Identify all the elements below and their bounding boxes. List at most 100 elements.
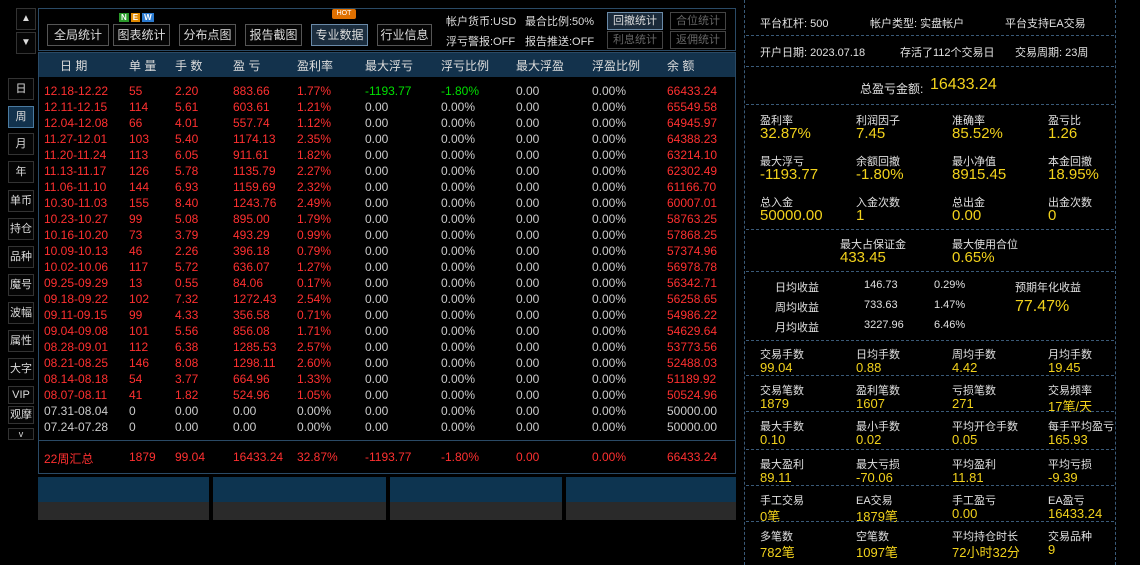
drawdown-stats-button[interactable]: 回撤统计 — [607, 12, 663, 30]
col-header-orders[interactable]: 单 量 — [129, 57, 156, 74]
cell-float-profit-ratio: 0.00% — [592, 308, 627, 322]
cell-lots: 3.79 — [175, 228, 199, 242]
cell-max-float-profit: 0.00 — [516, 196, 540, 210]
stat-value: 0笔 — [760, 509, 781, 524]
table-row[interactable]: 11.20-11.24 113 6.05 911.61 1.82% 0.00 0.00% 0.… — [0, 148, 735, 164]
table-row[interactable]: 10.09-10.13 46 2.26 396.18 0.79% 0.00 0.00% 0.0… — [0, 244, 735, 260]
col-header-max-float-loss[interactable]: 最大浮亏 — [365, 57, 413, 74]
global-stats-button[interactable]: 全局统计 — [47, 24, 109, 46]
cell-balance: 65549.58 — [667, 100, 718, 114]
table-row[interactable]: 10.16-10.20 73 3.79 493.29 0.99% 0.00 0.00% 0.0… — [0, 228, 735, 244]
cell-float-loss-ratio: 0.00% — [441, 356, 476, 370]
account-type: 帐户类型: 实盘帐户 — [870, 18, 965, 30]
divider — [746, 449, 1114, 450]
bottom-tab-4[interactable] — [566, 477, 736, 520]
cell-float-profit-ratio: 0.00% — [592, 132, 627, 146]
table-row[interactable]: 07.24-07.28 0 0.00 0.00 0.00% 0.00 0.00% 0.00 0.… — [0, 420, 735, 436]
col-header-float-profit-ratio[interactable]: 浮盈比例 — [592, 57, 640, 74]
report-screenshot-button[interactable]: 报告截图 — [245, 24, 302, 46]
table-row[interactable]: 10.23-10.27 99 5.08 895.00 1.79% 0.00 0.00% 0.0… — [0, 212, 735, 228]
table-row[interactable]: 08.21-08.25 146 8.08 1298.11 2.60% 0.00 0.00% 0… — [0, 356, 735, 372]
bottom-tab-2[interactable] — [213, 477, 386, 520]
cell-profit-rate: 0.00% — [297, 404, 332, 418]
chart-stats-button[interactable]: 图表统计 — [113, 24, 170, 46]
scroll-down-button[interactable]: ▼ — [16, 32, 36, 54]
col-header-float-loss-ratio[interactable]: 浮亏比例 — [441, 57, 489, 74]
survival-days: 存活了112个交易日 — [900, 47, 995, 59]
cell-balance: 64945.97 — [667, 116, 718, 130]
summary-orders: 1879 — [129, 450, 156, 464]
scroll-up-button[interactable]: ▲ — [16, 8, 36, 30]
cell-date: 12.11-12.15 — [44, 100, 108, 114]
cell-date: 11.13-11.17 — [44, 164, 107, 178]
cell-balance: 57868.25 — [667, 228, 718, 242]
stat-value: 782笔 — [760, 545, 795, 560]
cell-orders: 114 — [129, 100, 149, 114]
col-header-profit-rate[interactable]: 盈利率 — [297, 57, 333, 74]
cell-max-float-profit: 0.00 — [516, 340, 540, 354]
income-label: 日均收益 — [775, 282, 819, 294]
table-row[interactable]: 09.18-09.22 102 7.32 1272.43 2.54% 0.00 0.00% 0… — [0, 292, 735, 308]
table-row[interactable]: 08.07-08.11 41 1.82 524.96 1.05% 0.00 0.00% 0.0… — [0, 388, 735, 404]
cell-max-float-loss: 0.00 — [365, 340, 389, 354]
cell-float-loss-ratio: 0.00% — [441, 324, 476, 338]
bottom-tab-3[interactable] — [390, 477, 562, 520]
pro-data-button[interactable]: 专业数据 — [311, 24, 368, 46]
table-row[interactable]: 09.25-09.29 13 0.55 84.06 0.17% 0.00 0.00% 0.00… — [0, 276, 735, 292]
table-row[interactable]: 09.11-09.15 99 4.33 356.58 0.71% 0.00 0.00% 0.0… — [0, 308, 735, 324]
stat-value: 0.10 — [760, 432, 786, 447]
table-row[interactable]: 09.04-09.08 101 5.56 856.08 1.71% 0.00 0.00% 0.… — [0, 324, 735, 340]
cell-max-float-profit: 0.00 — [516, 420, 540, 434]
cell-lots: 8.08 — [175, 356, 199, 370]
cell-balance: 62302.49 — [667, 164, 718, 178]
new-badge: NEW — [119, 13, 163, 23]
bottom-tab-1[interactable] — [38, 477, 209, 520]
cell-profit-rate: 0.99% — [297, 228, 332, 242]
max-position-value: 0.65% — [952, 249, 995, 266]
table-row[interactable]: 07.31-08.04 0 0.00 0.00 0.00% 0.00 0.00% 0.00 0.… — [0, 404, 735, 420]
cell-date: 12.04-12.08 — [44, 116, 109, 130]
rebate-stats-button[interactable]: 返佣统计 — [670, 31, 726, 49]
cell-float-profit-ratio: 0.00% — [592, 356, 627, 370]
table-row[interactable]: 11.13-11.17 126 5.78 1135.79 2.27% 0.00 0.00% 0… — [0, 164, 735, 180]
table-row[interactable]: 12.18-12.22 55 2.20 883.66 1.77% -1193.77 -1.8… — [0, 84, 735, 100]
cell-date: 07.31-08.04 — [44, 404, 109, 418]
col-header-date[interactable]: 日 期 — [60, 57, 87, 74]
cell-float-profit-ratio: 0.00% — [592, 388, 627, 402]
cell-max-float-profit: 0.00 — [516, 212, 540, 226]
stat-value: 1607 — [856, 396, 885, 411]
table-row[interactable]: 12.04-12.08 66 4.01 557.74 1.12% 0.00 0.00% 0.0… — [0, 116, 735, 132]
cell-balance: 63214.10 — [667, 148, 718, 162]
cell-profit-rate: 2.60% — [297, 356, 332, 370]
table-row[interactable]: 12.11-12.15 114 5.61 603.61 1.21% 0.00 0.00% 0.… — [0, 100, 735, 116]
cell-orders: 102 — [129, 292, 150, 306]
cell-date: 08.28-09.01 — [44, 340, 109, 354]
col-header-max-float-profit[interactable]: 最大浮盈 — [516, 57, 564, 74]
cell-orders: 0 — [129, 404, 136, 418]
col-header-pnl[interactable]: 盈 亏 — [233, 57, 260, 74]
cell-max-float-profit: 0.00 — [516, 276, 540, 290]
table-row[interactable]: 08.14-08.18 54 3.77 664.96 1.33% 0.00 0.00% 0.0… — [0, 372, 735, 388]
cell-lots: 0.00 — [175, 404, 199, 418]
cell-balance: 56258.65 — [667, 292, 718, 306]
table-row[interactable]: 10.30-11.03 155 8.40 1243.76 2.49% 0.00 0.00% 0… — [0, 196, 735, 212]
distribution-chart-button[interactable]: 分布点图 — [179, 24, 236, 46]
cell-max-float-loss: 0.00 — [365, 196, 389, 210]
cell-float-profit-ratio: 0.00% — [592, 180, 627, 194]
table-row[interactable]: 08.28-09.01 112 6.38 1285.53 2.57% 0.00 0.00% 0… — [0, 340, 735, 356]
table-row[interactable]: 11.27-12.01 103 5.40 1174.13 2.35% 0.00 0.00% 0… — [0, 132, 735, 148]
position-stats-button[interactable]: 合位统计 — [670, 12, 726, 30]
cell-max-float-profit: 0.00 — [516, 292, 540, 306]
col-header-balance[interactable]: 余 额 — [667, 57, 694, 74]
cell-lots: 4.33 — [175, 308, 199, 322]
stat-value: 1097笔 — [856, 545, 898, 560]
stat-value: -70.06 — [856, 470, 893, 485]
industry-info-button[interactable]: 行业信息 — [377, 24, 432, 46]
col-header-lots[interactable]: 手 数 — [175, 57, 202, 74]
cell-profit-rate: 0.17% — [297, 276, 332, 290]
cell-lots: 6.38 — [175, 340, 199, 354]
interest-stats-button[interactable]: 利息统计 — [607, 31, 663, 49]
table-row[interactable]: 10.02-10.06 117 5.72 636.07 1.27% 0.00 0.00% 0.… — [0, 260, 735, 276]
table-row[interactable]: 11.06-11.10 144 6.93 1159.69 2.32% 0.00 0.00% 0… — [0, 180, 735, 196]
cell-float-loss-ratio: 0.00% — [441, 132, 476, 146]
